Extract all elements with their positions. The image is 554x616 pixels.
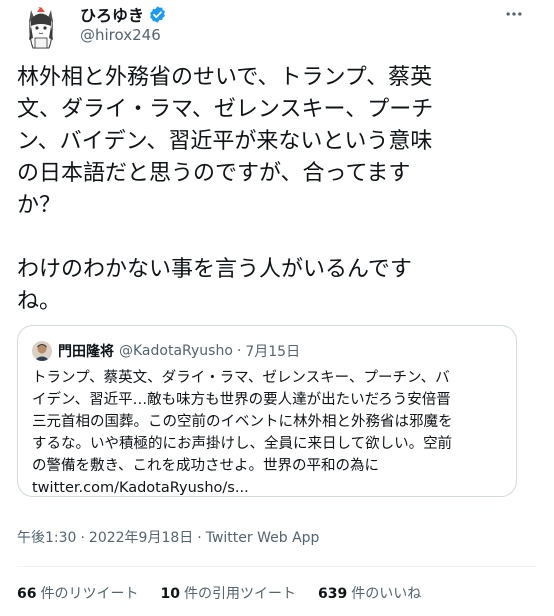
author-display-name[interactable]: ひろゆき [80, 2, 144, 26]
more-options-icon[interactable] [500, 0, 528, 28]
meta-separator-2: · [197, 530, 202, 546]
quoted-author-display-name: 門田隆将 [58, 344, 114, 360]
quotes-stat[interactable]: 10 件の引用ツイート [160, 583, 295, 603]
quotes-label: 件の引用ツイート [183, 586, 296, 602]
svg-text:?: ? [38, 7, 41, 13]
author-handle[interactable]: @hirox246 [80, 26, 161, 44]
likes-stat[interactable]: 639 件のいいね [318, 583, 421, 603]
stats-divider [17, 566, 537, 567]
author-name-row[interactable]: ひろゆき [80, 3, 167, 25]
quoted-tweet-header: 門田隆将 @KadotaRyusho · 7月15日 [32, 340, 300, 362]
retweets-label: 件のリツイート [40, 586, 139, 602]
quoted-tweet-card[interactable]: 門田隆将 @KadotaRyusho · 7月15日 トランプ、蔡英文、ダライ・… [17, 325, 517, 497]
tweet-stats: 66 件のリツイート 10 件の引用ツイート 639 件のいいね [17, 583, 443, 603]
verified-badge-icon [148, 5, 167, 24]
author-avatar[interactable]: ? [17, 2, 65, 50]
quoted-tweet-text: トランプ、蔡英文、ダライ・ラマ、ゼレンスキー、プーチン、バ イデン、習近平…敵も… [32, 370, 453, 496]
tweet-meta: 午後1:30 · 2022年9月18日 · Twitter Web App [17, 527, 319, 547]
likes-label: 件のいいね [351, 586, 422, 602]
quotes-count: 10 [160, 586, 180, 602]
quoted-separator: · [236, 343, 242, 359]
tweet-time[interactable]: 午後1:30 [17, 530, 76, 546]
retweets-count: 66 [17, 586, 37, 602]
meta-separator-1: · [80, 530, 85, 546]
quoted-tweet-date: 7月15日 [245, 344, 301, 360]
retweets-stat[interactable]: 66 件のリツイート [17, 583, 138, 603]
tweet-source: Twitter Web App [205, 530, 320, 546]
quoted-author-avatar [32, 341, 52, 361]
quoted-author-handle: @KadotaRyusho [119, 343, 233, 359]
likes-count: 639 [317, 586, 348, 602]
tweet-text: 林外相と外務省のせいで、トランプ、蔡英 文、ダライ・ラマ、ゼレンスキー、プーチ … [17, 65, 434, 314]
tweet-date[interactable]: 2022年9月18日 [89, 530, 193, 546]
